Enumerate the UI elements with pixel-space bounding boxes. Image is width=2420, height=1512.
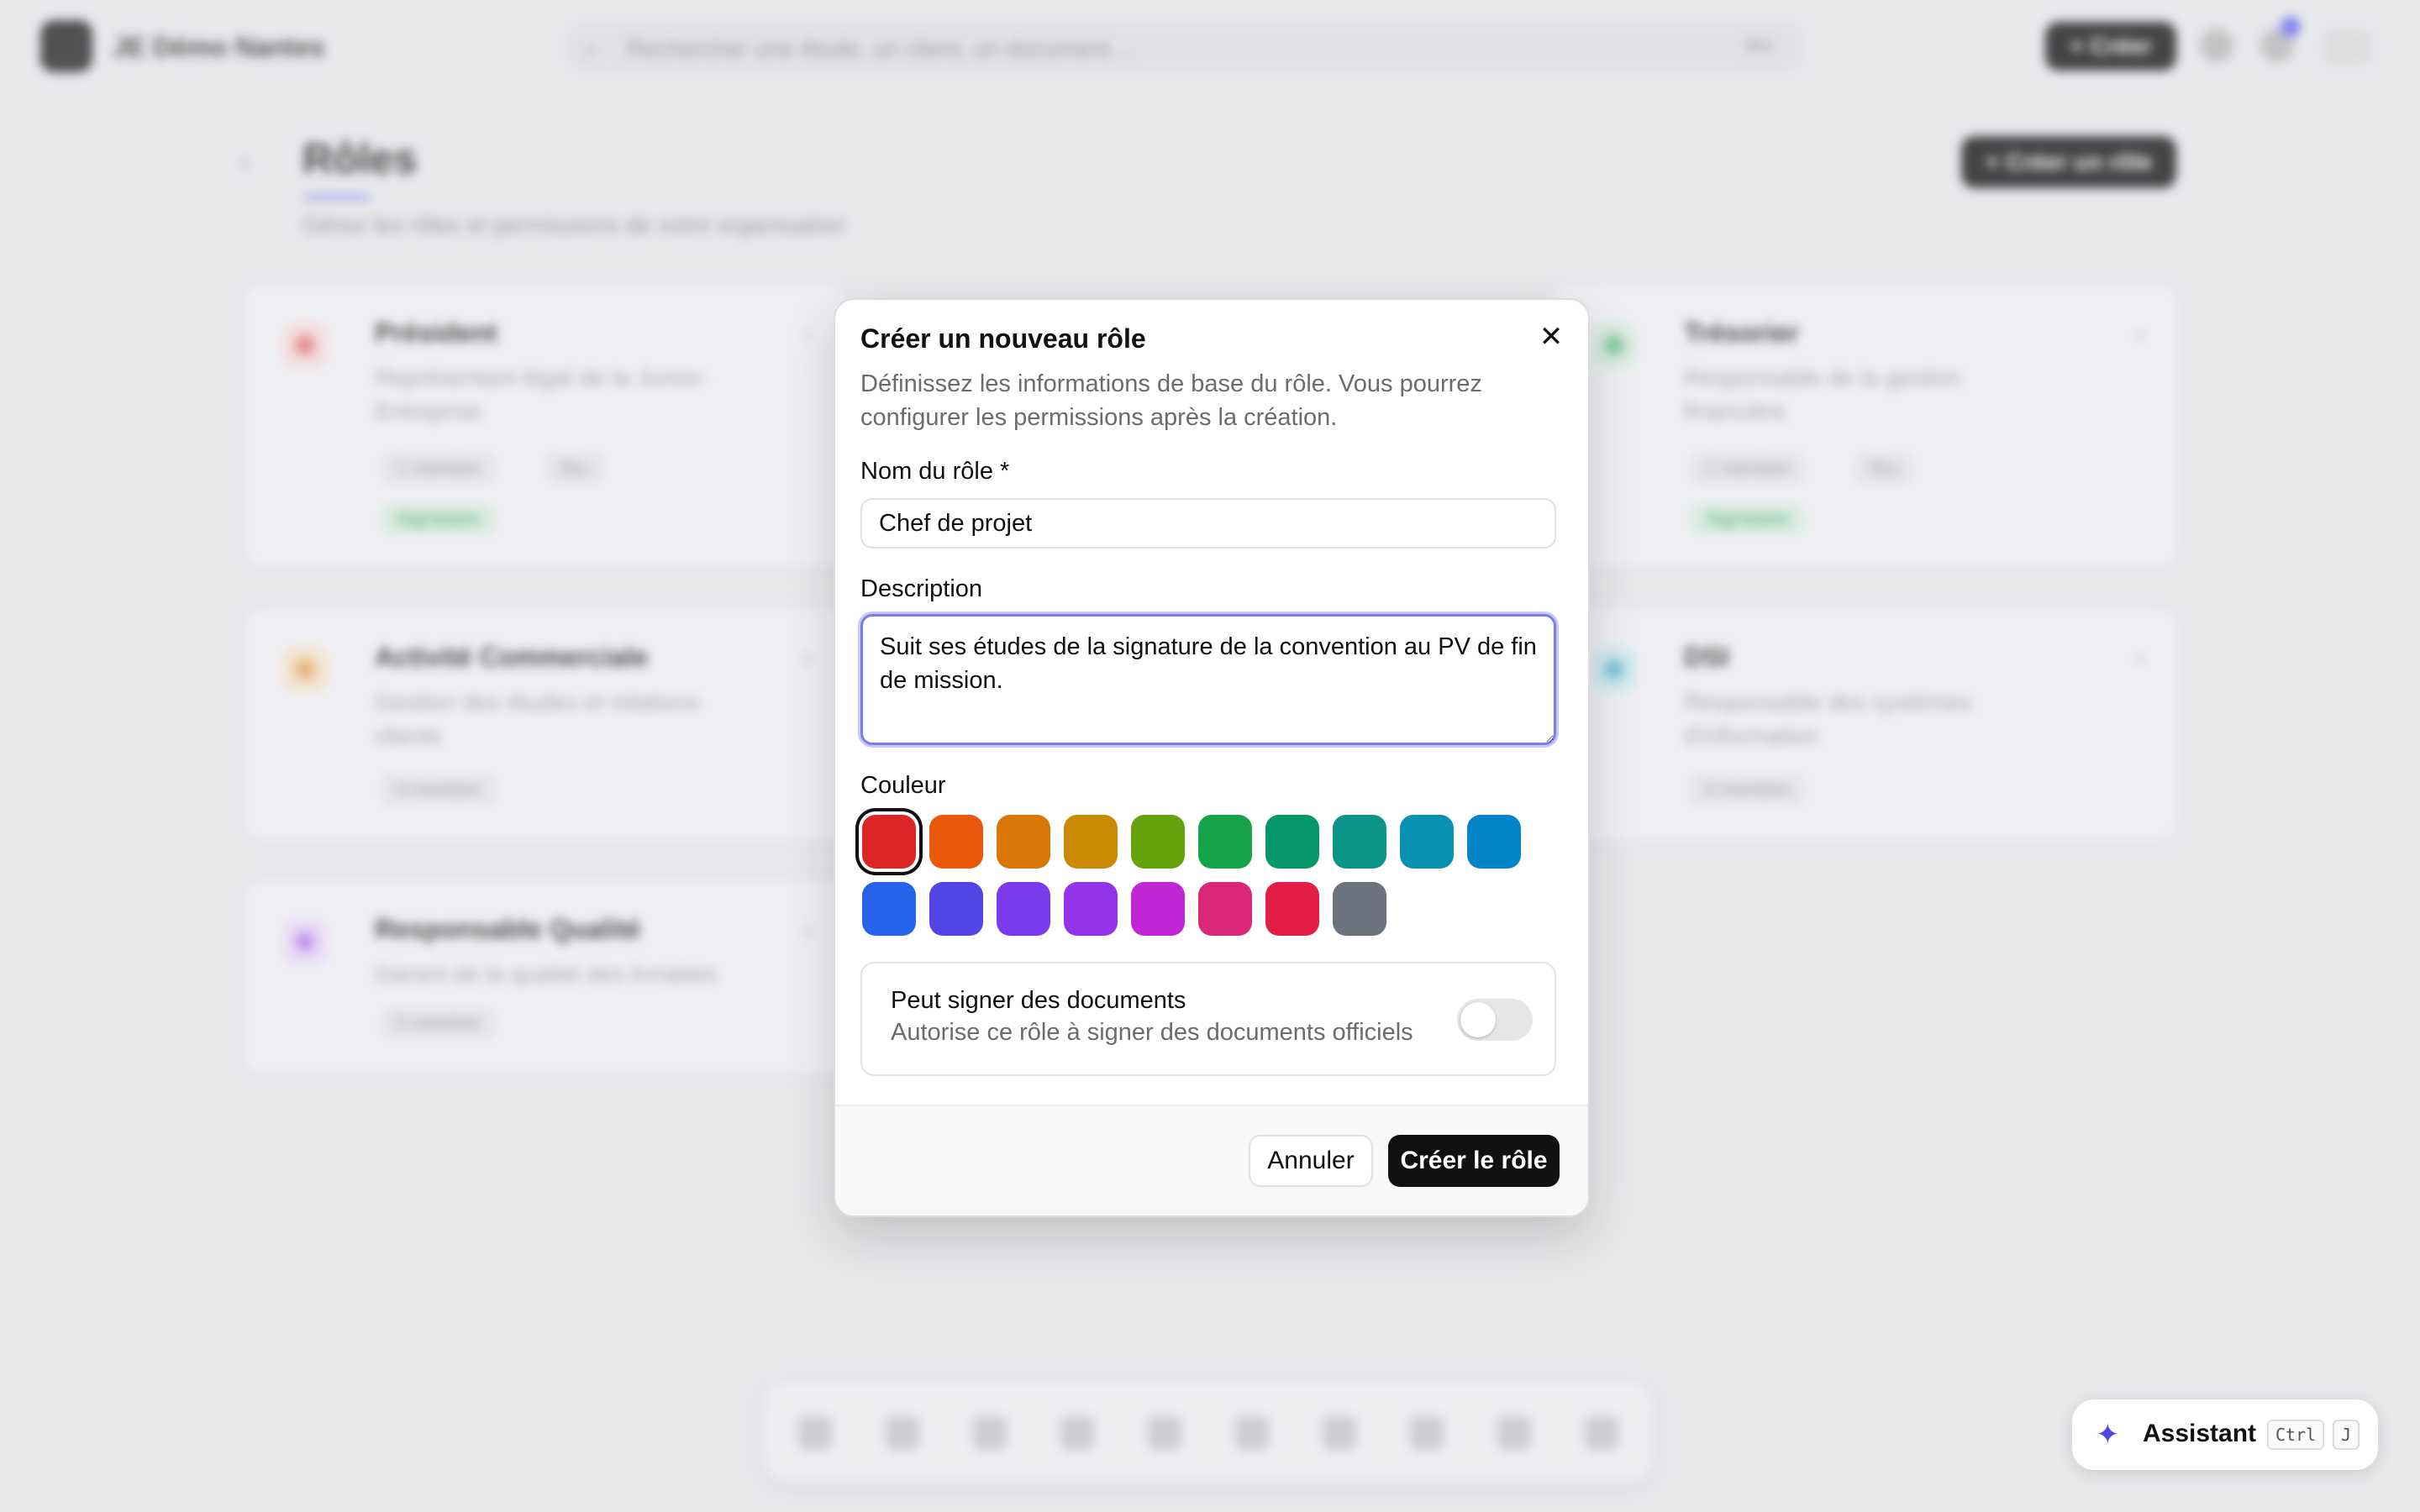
color-swatch[interactable] bbox=[1265, 815, 1319, 869]
color-swatch[interactable] bbox=[1467, 815, 1521, 869]
color-swatch[interactable] bbox=[1198, 882, 1252, 936]
shortcut-j-key: J bbox=[2333, 1420, 2360, 1450]
color-swatch[interactable] bbox=[862, 815, 916, 869]
color-swatch[interactable] bbox=[1265, 882, 1319, 936]
dialog-footer: Annuler Créer le rôle bbox=[835, 1105, 1588, 1215]
assistant-label: Assistant bbox=[2143, 1420, 2257, 1447]
description-textarea[interactable]: Suit ses études de la signature de la co… bbox=[860, 614, 1556, 745]
can-sign-option: Peut signer des documents Autorise ce rô… bbox=[860, 962, 1556, 1076]
color-swatch[interactable] bbox=[1333, 815, 1386, 869]
can-sign-toggle[interactable] bbox=[1457, 999, 1533, 1041]
close-icon[interactable]: ✕ bbox=[1534, 320, 1568, 354]
dialog-description: Définissez les informations de base du r… bbox=[860, 370, 1482, 431]
sparkles-icon: ✦ bbox=[2096, 1419, 2120, 1451]
color-swatch[interactable] bbox=[1198, 815, 1252, 869]
dialog-title: Créer un nouveau rôle bbox=[860, 323, 1146, 354]
can-sign-title: Peut signer des documents bbox=[891, 987, 1186, 1014]
color-swatch[interactable] bbox=[1064, 882, 1118, 936]
color-swatch[interactable] bbox=[997, 815, 1050, 869]
role-name-input[interactable] bbox=[860, 498, 1556, 549]
color-swatch[interactable] bbox=[1131, 882, 1185, 936]
create-role-dialog: Créer un nouveau rôle ✕ Définissez les i… bbox=[834, 298, 1590, 1217]
description-label: Description bbox=[860, 575, 983, 602]
toggle-knob bbox=[1460, 1002, 1496, 1037]
color-swatch[interactable] bbox=[1131, 815, 1185, 869]
color-swatch[interactable] bbox=[1064, 815, 1118, 869]
shortcut-ctrl-key: Ctrl bbox=[2267, 1420, 2325, 1450]
can-sign-description: Autorise ce rôle à signer des documents … bbox=[891, 1019, 1413, 1046]
color-swatch[interactable] bbox=[929, 882, 983, 936]
color-swatch[interactable] bbox=[862, 882, 916, 936]
color-swatch[interactable] bbox=[929, 815, 983, 869]
cancel-button[interactable]: Annuler bbox=[1249, 1135, 1373, 1187]
color-swatch[interactable] bbox=[997, 882, 1050, 936]
color-label: Couleur bbox=[860, 772, 946, 799]
color-swatch[interactable] bbox=[1333, 882, 1386, 936]
color-swatch[interactable] bbox=[1400, 815, 1454, 869]
role-name-label: Nom du rôle * bbox=[860, 458, 1010, 485]
create-role-submit-button[interactable]: Créer le rôle bbox=[1388, 1135, 1560, 1187]
assistant-button[interactable]: ✦ Assistant Ctrl J bbox=[2072, 1399, 2378, 1470]
